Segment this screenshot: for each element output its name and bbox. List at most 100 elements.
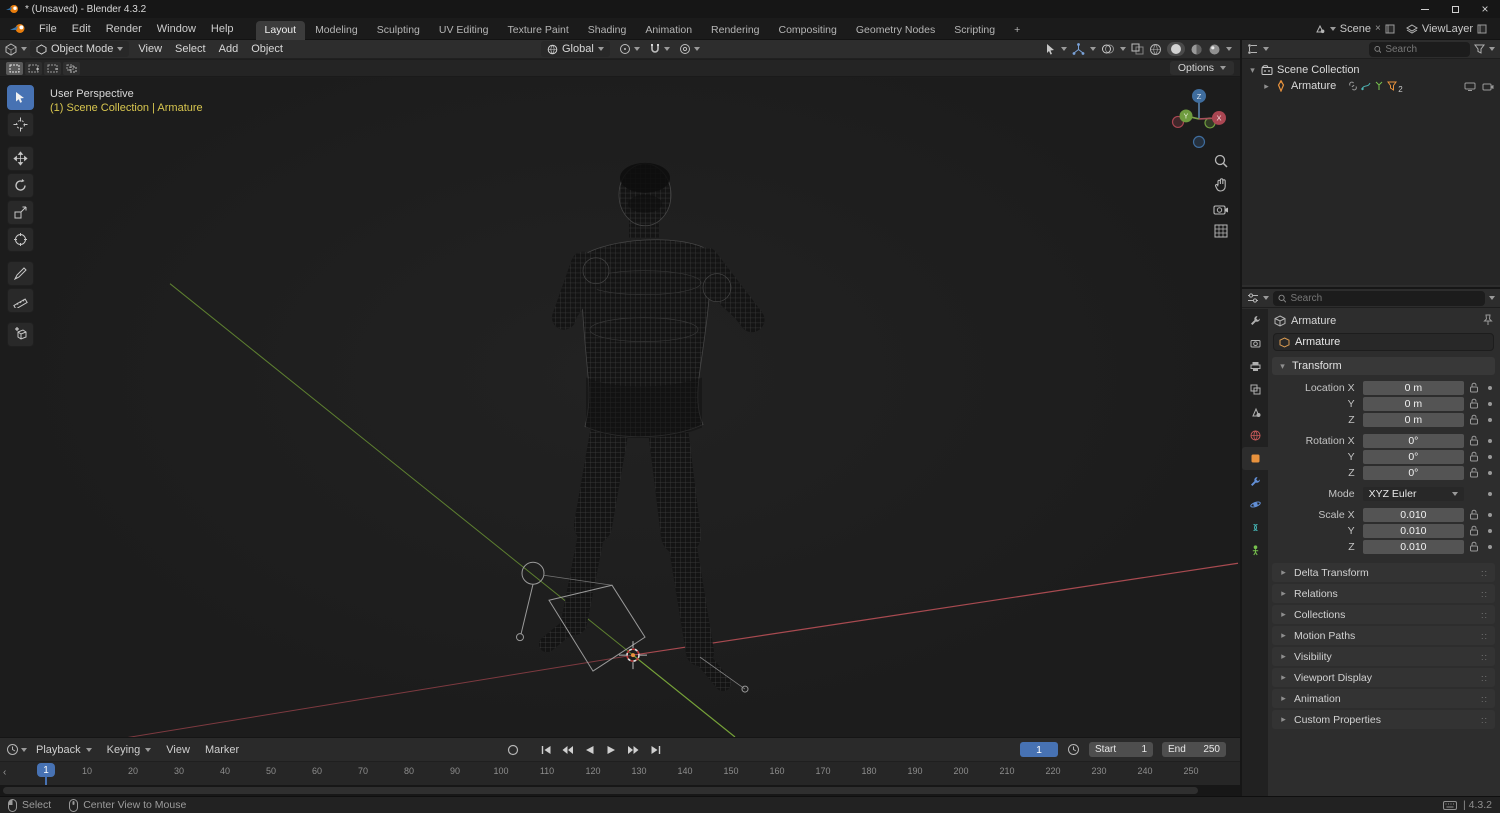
shading-material-icon[interactable] [1190,43,1203,56]
close-button[interactable]: × [1470,0,1500,18]
outliner-search[interactable] [1368,41,1470,57]
link-icon[interactable] [1348,81,1358,91]
pin-icon[interactable] [1483,314,1493,329]
properties-options-caret-icon[interactable] [1489,296,1495,300]
menu-file[interactable]: File [32,21,64,37]
axis-gizmo[interactable]: Z X Y [1171,88,1227,148]
viewport-menu-add[interactable]: Add [213,42,245,56]
xray-toggle-icon[interactable] [1131,43,1144,55]
move-tool[interactable] [7,146,34,171]
value-field[interactable]: 0.010 [1362,523,1465,538]
panel-motion-paths[interactable]: ▸ Motion Paths:: [1272,626,1495,645]
mode-dropdown[interactable]: XYZ Euler [1362,486,1465,501]
toggle-ortho-button[interactable] [1210,220,1232,242]
lock-icon[interactable] [1464,509,1483,520]
panel-relations[interactable]: ▸ Relations:: [1272,584,1495,603]
workspace-tab-add[interactable]: + [1005,21,1029,40]
select-mode-new-icon[interactable] [6,61,23,75]
rotate-tool[interactable] [7,173,34,198]
filter-icon[interactable] [1474,44,1485,54]
selectability-caret-icon[interactable] [1061,47,1067,51]
editor-type-icon[interactable] [4,42,18,56]
decorator-dot[interactable] [1483,491,1496,496]
timeline-menu-keying[interactable]: Keying [100,743,159,757]
select-mode-extend-icon[interactable] [25,61,42,75]
lock-icon[interactable] [1464,451,1483,462]
snap-caret-icon[interactable] [663,47,670,51]
properties-search-input[interactable] [1290,292,1480,304]
minimize-button[interactable] [1410,0,1440,18]
scene-selector[interactable]: Scene × [1310,23,1399,35]
shading-solid-icon[interactable] [1167,42,1185,56]
select-mode-subtract-icon[interactable] [44,61,61,75]
options-dropdown[interactable]: Options [1169,61,1234,75]
wireframe-figure[interactable] [539,162,765,692]
proportional-edit-icon[interactable] [679,43,691,55]
decorator-dot[interactable] [1483,454,1496,459]
viewport-menu-select[interactable]: Select [169,42,212,56]
lock-icon[interactable] [1464,382,1483,393]
lock-icon[interactable] [1464,467,1483,478]
outliner-row-armature[interactable]: ▸ Armature 2 [1242,78,1500,94]
workspace-tab-layout[interactable]: Layout [255,20,306,40]
modifiers-icon[interactable] [1242,470,1268,493]
view-layer-icon[interactable] [1242,378,1268,401]
overlays-caret-icon[interactable] [1120,47,1126,51]
decorator-dot[interactable] [1483,528,1496,533]
pivot-caret-icon[interactable] [633,47,640,51]
lock-icon[interactable] [1464,541,1483,552]
disable-render-icon[interactable] [1482,82,1494,91]
workspace-tab-shading[interactable]: Shading [579,21,636,40]
viewport-canvas[interactable]: Z X Y User Perspective (1) Scene Collect… [0,78,1240,737]
breadcrumb-object[interactable]: Armature [1291,315,1336,327]
camera-view-button[interactable] [1210,198,1232,220]
lock-icon[interactable] [1464,525,1483,536]
current-frame-field[interactable]: 1 [1020,742,1058,757]
auto-keying-icon[interactable] [503,742,522,758]
decorator-dot[interactable] [1483,401,1496,406]
decorator-dot[interactable] [1483,385,1496,390]
viewport-menu-view[interactable]: View [132,42,168,56]
workspace-tab-geometry-nodes[interactable]: Geometry Nodes [847,21,944,40]
timeline-ruler[interactable]: ‹ 1 10 20 30 40 50 60 70 80 90 100 110 120 130 140 150… [0,761,1240,787]
editor-type-caret-icon[interactable] [21,47,27,51]
object-name-field[interactable]: Armature [1273,333,1494,351]
timeline-menu-marker[interactable]: Marker [198,743,246,757]
zoom-button[interactable] [1210,150,1232,172]
panel-visibility[interactable]: ▸ Visibility:: [1272,647,1495,666]
unlink-scene-icon[interactable]: × [1375,23,1381,34]
pivot-icon[interactable] [619,43,631,55]
value-field[interactable]: 0 m [1362,396,1465,411]
gizmos-caret-icon[interactable] [1090,47,1096,51]
decorator-dot[interactable] [1483,512,1496,517]
lock-icon[interactable] [1464,414,1483,425]
shading-rendered-icon[interactable] [1208,43,1221,56]
action-icon[interactable] [1387,81,1398,91]
disclosure-icon[interactable]: ▾ [1248,65,1257,76]
cursor-tool[interactable] [7,112,34,137]
workspace-tab-rendering[interactable]: Rendering [702,21,768,40]
hide-viewport-icon[interactable] [1464,82,1476,91]
orientation-dropdown[interactable]: Global [540,41,610,57]
scale-tool[interactable] [7,200,34,225]
value-field[interactable]: 0° [1362,465,1465,480]
menu-window[interactable]: Window [150,21,203,37]
workspace-tab-sculpting[interactable]: Sculpting [368,21,429,40]
object-icon[interactable] [1242,447,1268,470]
panel-viewport-display[interactable]: ▸ Viewport Display:: [1272,668,1495,687]
panel-animation[interactable]: ▸ Animation:: [1272,689,1495,708]
value-field[interactable]: 0° [1362,449,1465,464]
blender-menu-icon[interactable] [5,23,31,34]
timeline-scrollbar[interactable] [3,787,1198,794]
value-field[interactable]: 0° [1362,433,1465,448]
jump-to-start-button[interactable] [536,742,555,758]
outliner-options-caret-icon[interactable] [1489,47,1495,51]
scene-icon[interactable] [1242,401,1268,424]
value-field[interactable]: 0 m [1362,412,1465,427]
jump-to-end-button[interactable] [646,742,665,758]
pose-icon[interactable] [1361,81,1371,91]
shading-wireframe-icon[interactable] [1149,43,1162,56]
value-field[interactable]: 0.010 [1362,507,1465,522]
overlays-toggle-icon[interactable] [1101,43,1115,55]
workspace-tab-animation[interactable]: Animation [636,21,701,40]
